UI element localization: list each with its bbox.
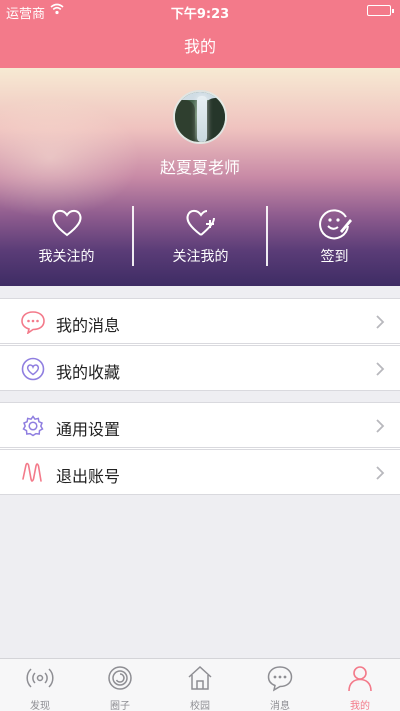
followers-button[interactable]: 关注我的 bbox=[134, 200, 267, 270]
chevron-right-icon bbox=[374, 417, 386, 435]
chevron-right-icon bbox=[374, 464, 386, 482]
profile-actions: 我关注的 关注我的 签到 bbox=[0, 200, 400, 270]
house-icon bbox=[186, 664, 214, 692]
menu-group-2: 通用设置 退出账号 bbox=[0, 402, 400, 495]
menu-label: 通用设置 bbox=[56, 420, 121, 439]
message-bubble-icon bbox=[20, 310, 46, 335]
logout-squiggle-icon bbox=[20, 461, 46, 485]
menu-group-1: 我的消息 我的收藏 bbox=[0, 298, 400, 391]
heart-circle-icon bbox=[20, 357, 46, 381]
circle-spiral-icon bbox=[106, 664, 134, 692]
menu-item-settings[interactable]: 通用设置 bbox=[0, 402, 400, 448]
tab-label: 发现 bbox=[30, 701, 50, 711]
menu-label: 退出账号 bbox=[56, 467, 121, 486]
following-label: 我关注的 bbox=[38, 249, 95, 265]
tab-campus[interactable]: 校园 bbox=[160, 659, 240, 711]
tab-discover[interactable]: 发现 bbox=[0, 659, 80, 711]
smile-sign-icon bbox=[318, 206, 352, 240]
heart-plus-icon bbox=[184, 206, 218, 240]
status-time: 下午9:23 bbox=[170, 7, 230, 22]
chevron-right-icon bbox=[374, 313, 386, 331]
menu-item-logout[interactable]: 退出账号 bbox=[0, 449, 400, 495]
sign-in-button[interactable]: 签到 bbox=[268, 200, 400, 270]
radio-signal-icon bbox=[26, 664, 54, 692]
tab-circle[interactable]: 圈子 bbox=[80, 659, 160, 711]
tab-label: 消息 bbox=[270, 701, 290, 711]
person-icon bbox=[346, 664, 374, 692]
tab-bar: 发现 圈子 校园 消息 我的 bbox=[0, 658, 400, 711]
status-bar: 运营商 下午9:23 bbox=[0, 0, 400, 22]
tab-messages[interactable]: 消息 bbox=[240, 659, 320, 711]
gear-icon bbox=[20, 414, 46, 438]
following-button[interactable]: 我关注的 bbox=[0, 200, 133, 270]
tab-mine[interactable]: 我的 bbox=[320, 659, 400, 711]
menu-label: 我的收藏 bbox=[56, 363, 121, 382]
menu-label: 我的消息 bbox=[56, 316, 121, 335]
chevron-right-icon bbox=[374, 360, 386, 378]
menu-item-messages[interactable]: 我的消息 bbox=[0, 298, 400, 344]
nav-bar: 我的 bbox=[0, 22, 400, 68]
chat-bubble-icon bbox=[266, 664, 294, 692]
tab-label: 校园 bbox=[190, 701, 210, 711]
sign-in-label: 签到 bbox=[320, 249, 349, 265]
menu-item-favorites[interactable]: 我的收藏 bbox=[0, 345, 400, 391]
page-title: 我的 bbox=[183, 37, 216, 56]
followers-label: 关注我的 bbox=[172, 249, 229, 265]
tab-label: 我的 bbox=[350, 701, 370, 711]
profile-name: 赵夏夏老师 bbox=[159, 158, 240, 177]
profile-header: 赵夏夏老师 我关注的 关注我的 签到 bbox=[0, 68, 400, 286]
avatar[interactable] bbox=[173, 90, 227, 144]
tab-label: 圈子 bbox=[110, 701, 130, 711]
battery-icon bbox=[367, 5, 394, 16]
heart-icon bbox=[50, 206, 84, 240]
